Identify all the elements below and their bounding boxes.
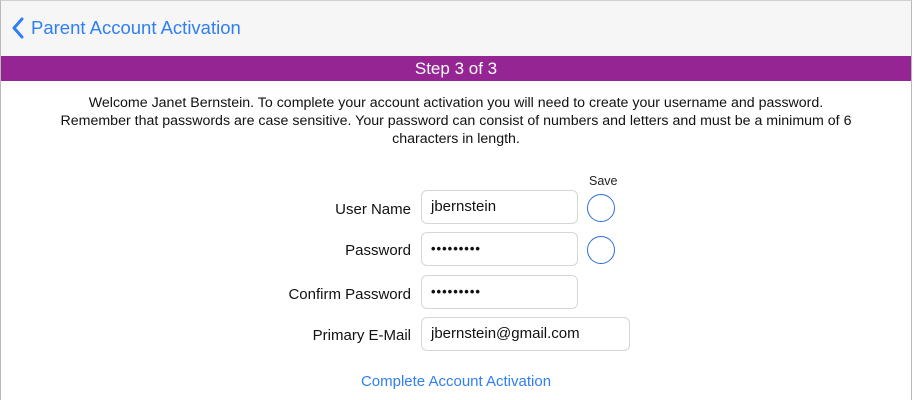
save-username-toggle[interactable]	[587, 194, 615, 222]
chevron-left-icon	[11, 17, 25, 39]
username-label: User Name	[335, 201, 411, 218]
welcome-line: Welcome Janet Bernstein. To complete you…	[88, 95, 824, 111]
welcome-line: characters in length.	[392, 131, 520, 147]
email-field[interactable]: jbernstein@gmail.com	[421, 317, 630, 351]
navigation-bar: Parent Account Activation	[1, 1, 911, 57]
app-window: Parent Account Activation Step 3 of 3 We…	[0, 0, 912, 400]
save-password-toggle[interactable]	[587, 236, 615, 264]
welcome-line: Remember that passwords are case sensiti…	[60, 113, 852, 129]
welcome-message: Welcome Janet Bernstein. To complete you…	[1, 94, 911, 148]
username-field[interactable]: jbernstein	[421, 190, 578, 224]
email-label: Primary E-Mail	[312, 327, 411, 344]
password-field[interactable]: •••••••••	[421, 232, 578, 266]
confirm-password-label: Confirm Password	[288, 286, 411, 303]
password-label: Password	[345, 242, 411, 259]
confirm-password-field[interactable]: •••••••••	[421, 275, 578, 309]
save-column-label: Save	[589, 174, 618, 188]
back-button[interactable]: Parent Account Activation	[11, 17, 241, 39]
complete-activation-link[interactable]: Complete Account Activation	[1, 373, 911, 390]
step-indicator: Step 3 of 3	[1, 56, 911, 81]
nav-title: Parent Account Activation	[31, 17, 241, 38]
